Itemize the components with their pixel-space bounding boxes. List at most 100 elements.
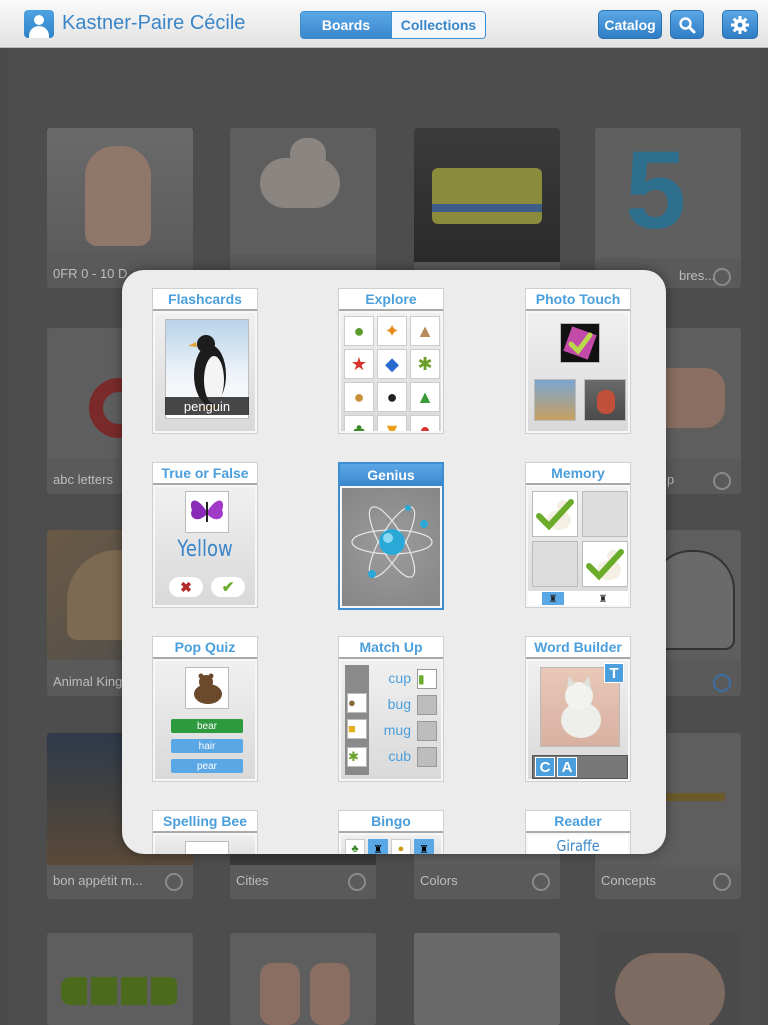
board-title: abc letters bbox=[53, 472, 113, 487]
board-tile[interactable] bbox=[595, 933, 741, 1025]
board-title: Concepts bbox=[601, 873, 656, 888]
explore-grid: ● ✦ ▲ ★ ◆ ✱ ● ● ▲ ♣ ▼ ● bbox=[344, 316, 440, 431]
fingers-image bbox=[230, 933, 376, 1025]
check-icon bbox=[560, 323, 600, 363]
select-circle[interactable] bbox=[713, 472, 731, 490]
frog-icon: ● bbox=[344, 316, 374, 346]
select-circle[interactable] bbox=[713, 674, 731, 692]
letter-slot: C bbox=[535, 757, 555, 777]
bug-icon: ✱ bbox=[410, 349, 440, 379]
tab-boards[interactable]: Boards bbox=[301, 12, 391, 38]
card-back bbox=[532, 541, 578, 587]
true-button[interactable]: ✔ bbox=[211, 577, 245, 597]
activity-title: Reader bbox=[526, 811, 630, 833]
atom-icon bbox=[351, 505, 433, 578]
select-circle[interactable] bbox=[713, 873, 731, 891]
activity-title: Memory bbox=[526, 463, 630, 485]
board-title: Colors bbox=[420, 873, 458, 888]
top-bar: Kastner-Paire Cécile Boards Collections … bbox=[0, 0, 768, 48]
select-circle[interactable] bbox=[713, 268, 731, 286]
select-circle[interactable] bbox=[165, 873, 183, 891]
bee-image bbox=[185, 841, 229, 854]
duck-card bbox=[582, 541, 628, 587]
board-tile[interactable]: 5 bres... bbox=[595, 128, 741, 288]
activity-word-builder[interactable]: Word Builder T C A bbox=[525, 636, 631, 782]
settings-button[interactable] bbox=[722, 10, 758, 39]
activity-memory[interactable]: Memory ♜ ♜ bbox=[525, 462, 631, 608]
board-title: 0FR 0 - 10 D bbox=[53, 266, 128, 281]
board-title: p bbox=[667, 472, 675, 487]
search-icon bbox=[679, 16, 696, 33]
false-button[interactable]: ✖ bbox=[169, 577, 203, 597]
lamb-image bbox=[230, 128, 376, 254]
ladybug-icon: ● bbox=[410, 415, 440, 431]
toucan-icon: ▼ bbox=[377, 415, 407, 431]
board-title: bres... bbox=[679, 268, 716, 283]
match-word: cub bbox=[388, 748, 411, 764]
gear-icon bbox=[731, 15, 749, 34]
board-tile[interactable] bbox=[414, 933, 560, 1025]
select-circle[interactable] bbox=[532, 873, 550, 891]
activity-genius[interactable]: Genius bbox=[338, 462, 444, 610]
answer-option[interactable]: pear bbox=[171, 759, 243, 773]
match-slot[interactable] bbox=[417, 747, 437, 767]
plant-icon: ♣ bbox=[344, 415, 374, 431]
mandrill-image bbox=[584, 379, 626, 421]
answer-option[interactable]: hair bbox=[171, 739, 243, 753]
activity-bingo[interactable]: Bingo ♣ ♜ ● ♜ bbox=[338, 810, 444, 854]
ambulance-image bbox=[414, 128, 560, 262]
bingo-grid: ♣ ♜ ● ♜ bbox=[345, 839, 434, 854]
fish-icon: ◆ bbox=[377, 349, 407, 379]
letter-tile[interactable]: T bbox=[604, 663, 624, 683]
dots-image bbox=[414, 933, 560, 1025]
color-word: Yellow bbox=[177, 537, 233, 562]
parrot-icon: ▲ bbox=[410, 382, 440, 412]
activity-photo-touch[interactable]: Photo Touch bbox=[525, 288, 631, 434]
select-circle[interactable] bbox=[348, 873, 366, 891]
cup-icon: ▮ bbox=[417, 669, 437, 689]
giraffes-image bbox=[534, 379, 576, 421]
board-tile[interactable] bbox=[414, 128, 560, 288]
reader-word: Giraffe bbox=[556, 837, 600, 854]
card-back bbox=[582, 491, 628, 537]
player-two-icon[interactable]: ♜ bbox=[592, 592, 614, 605]
letter-slot: A bbox=[557, 757, 577, 777]
answer-option[interactable]: bear bbox=[171, 719, 243, 733]
activity-title: Genius bbox=[340, 464, 442, 486]
catalog-button[interactable]: Catalog bbox=[598, 10, 662, 39]
number-five-image: 5 bbox=[595, 128, 741, 258]
activity-title: Explore bbox=[339, 289, 443, 311]
activity-title: True or False bbox=[153, 463, 257, 485]
board-tile[interactable] bbox=[230, 933, 376, 1025]
lion-icon: ● bbox=[344, 382, 374, 412]
board-tile[interactable]: 0FR 0 - 10 D bbox=[47, 128, 193, 288]
search-button[interactable] bbox=[670, 10, 704, 39]
activity-title: Match Up bbox=[339, 637, 443, 659]
board-tile[interactable] bbox=[47, 933, 193, 1025]
board-tile[interactable] bbox=[230, 128, 376, 288]
activity-pop-quiz[interactable]: Pop Quiz bear hair pear bbox=[152, 636, 258, 782]
butterfly-icon: ✦ bbox=[377, 316, 407, 346]
activity-title: Spelling Bee bbox=[153, 811, 257, 833]
duck-card bbox=[532, 491, 578, 537]
board-title: bon appétit m... bbox=[53, 873, 143, 888]
activity-explore[interactable]: Explore ● ✦ ▲ ★ ◆ ✱ ● ● ▲ ♣ ▼ ● bbox=[338, 288, 444, 434]
match-slot[interactable] bbox=[417, 721, 437, 741]
user-name[interactable]: Kastner-Paire Cécile bbox=[62, 12, 245, 35]
match-word: mug bbox=[383, 722, 411, 738]
match-slot[interactable] bbox=[417, 695, 437, 715]
bear-image bbox=[185, 667, 229, 709]
activity-title: Flashcards bbox=[153, 289, 257, 311]
board-title: Cities bbox=[236, 873, 269, 888]
match-word: cup bbox=[388, 670, 411, 686]
gorilla-icon: ● bbox=[377, 382, 407, 412]
player-one-icon[interactable]: ♜ bbox=[542, 592, 564, 605]
user-avatar-icon[interactable] bbox=[24, 10, 54, 38]
activity-spelling-bee[interactable]: Spelling Bee bbox=[152, 810, 258, 854]
activity-reader[interactable]: Reader Giraffe bbox=[525, 810, 631, 854]
activity-true-or-false[interactable]: True or False Yellow ✖ ✔ bbox=[152, 462, 258, 608]
activity-match-up[interactable]: Match Up ● ■ ✱ cup ▮ bug mug cub bbox=[338, 636, 444, 782]
tab-collections[interactable]: Collections bbox=[391, 12, 485, 38]
activity-title: Word Builder bbox=[526, 637, 630, 659]
activity-flashcards[interactable]: Flashcards penguin bbox=[152, 288, 258, 434]
